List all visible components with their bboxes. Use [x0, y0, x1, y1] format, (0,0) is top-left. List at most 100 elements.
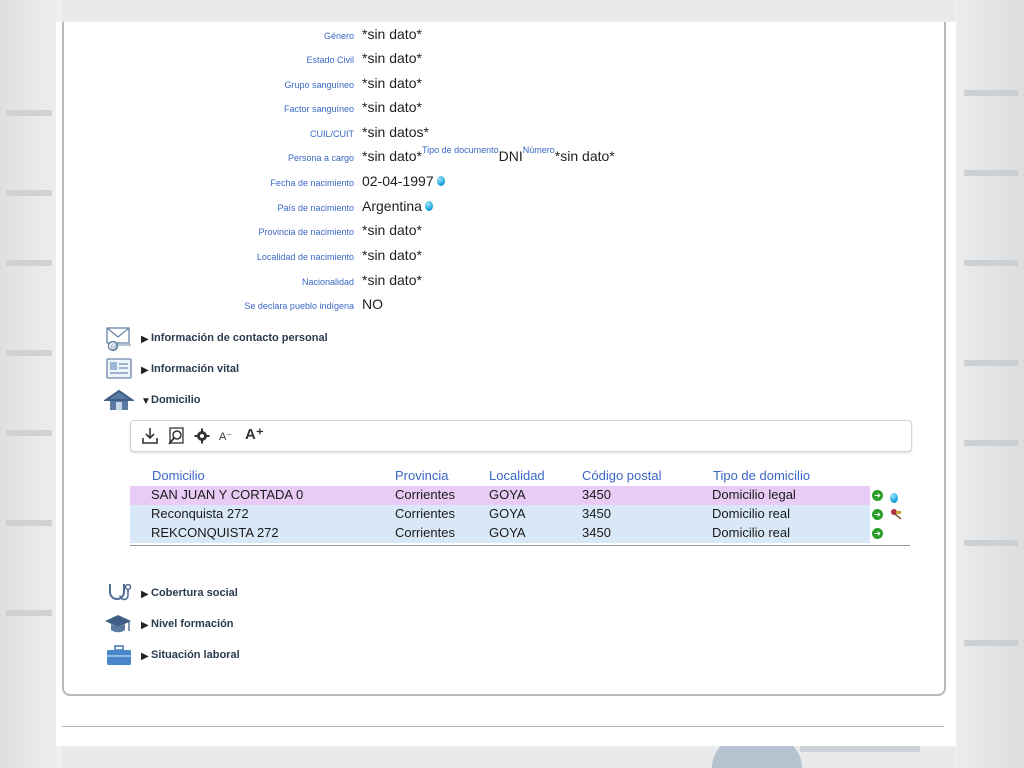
footer-divider — [62, 726, 944, 727]
cell-codigo-postal: 3450 — [582, 506, 611, 521]
table-row[interactable]: REKCONQUISTA 272 Corrientes GOYA 3450 Do… — [130, 524, 910, 543]
row-actions: ➜ — [870, 524, 910, 543]
gear-icon[interactable] — [193, 426, 211, 446]
tipo-documento-value: DNI — [498, 148, 523, 164]
row-actions: ➜ — [870, 505, 910, 524]
column-header[interactable]: Tipo de domicilio — [713, 468, 810, 483]
id-card-icon — [106, 358, 132, 379]
field-value: *sin dato* — [362, 222, 422, 238]
download-icon[interactable] — [141, 426, 159, 446]
numero-value: *sin dato* — [554, 148, 615, 164]
section-nivel-formacion[interactable]: ▶ Nivel formación — [104, 612, 604, 638]
field-label: Provincia de nacimiento — [258, 227, 354, 237]
map-pin-icon[interactable] — [890, 508, 902, 520]
field-value: *sin dato* — [362, 272, 422, 288]
tipo-documento-label: Tipo de documento — [421, 145, 499, 155]
field-label: Fecha de nacimiento — [270, 178, 354, 188]
expand-arrow-icon[interactable]: ▶ — [141, 589, 149, 600]
column-header[interactable]: Código postal — [582, 468, 662, 483]
field-value: *sin datos* — [362, 124, 429, 140]
section-title[interactable]: Domicilio — [151, 394, 201, 406]
cell-tipo-domicilio: Domicilio real — [712, 525, 791, 540]
section-title[interactable]: Cobertura social — [151, 587, 238, 599]
font-smaller-button[interactable]: A⁻ — [219, 430, 232, 450]
section-title[interactable]: Información de contacto personal — [151, 332, 328, 344]
field-label: CUIL/CUIT — [309, 129, 354, 139]
field-label: Localidad de nacimiento — [256, 252, 354, 262]
background-right — [954, 0, 1024, 768]
info-icon[interactable] — [436, 176, 445, 187]
font-larger-button[interactable]: A⁺ — [245, 425, 264, 445]
collapse-arrow-icon[interactable]: ▼ — [141, 396, 151, 407]
section-situacion-laboral[interactable]: ▶ Situación laboral — [104, 643, 604, 669]
table-toolbar: A⁻ A⁺ — [130, 420, 912, 452]
section-informacion-vital[interactable]: ▶ Información vital — [104, 357, 604, 383]
column-header[interactable]: Provincia — [395, 468, 448, 483]
field-label: País de nacimiento — [277, 203, 354, 213]
table-row[interactable]: SAN JUAN Y CORTADA 0 Corrientes GOYA 345… — [130, 486, 910, 505]
cell-localidad: GOYA — [489, 506, 526, 521]
svg-text:@: @ — [111, 343, 118, 351]
go-arrow-icon[interactable]: ➜ — [872, 528, 883, 539]
field-grupo-sanguineo: Grupo sanguíneo *sin dato* — [64, 75, 944, 95]
persona-a-cargo-value: *sin dato* — [362, 148, 422, 164]
expand-arrow-icon[interactable]: ▶ — [141, 334, 149, 345]
field-label: Género — [323, 31, 354, 41]
cell-localidad: GOYA — [489, 525, 526, 540]
column-header[interactable]: Localidad — [489, 468, 545, 483]
fecha-nacimiento-value: 02-04-1997 — [362, 173, 434, 189]
field-value: *sin dato* — [362, 26, 422, 42]
search-icon[interactable] — [167, 426, 185, 446]
field-value: NO — [362, 296, 383, 312]
go-arrow-icon[interactable]: ➜ — [872, 490, 883, 501]
section-cobertura-social[interactable]: ▶ Cobertura social — [104, 581, 604, 607]
field-value: Argentina — [362, 198, 433, 214]
section-title[interactable]: Información vital — [151, 363, 239, 375]
table-header: Domicilio Provincia Localidad Código pos… — [130, 466, 910, 486]
expand-arrow-icon[interactable]: ▶ — [141, 620, 149, 631]
section-contacto-personal[interactable]: @ ▶ Información de contacto personal — [104, 326, 604, 352]
section-domicilio[interactable]: ▼ Domicilio — [104, 388, 604, 414]
field-localidad-nacimiento: Localidad de nacimiento *sin dato* — [64, 247, 944, 267]
column-header[interactable]: Domicilio — [152, 468, 205, 483]
field-fecha-nacimiento: Fecha de nacimiento 02-04-1997 — [64, 173, 944, 193]
cell-codigo-postal: 3450 — [582, 487, 611, 502]
field-cuil-cuit: CUIL/CUIT *sin datos* — [64, 124, 944, 144]
cell-provincia: Corrientes — [395, 525, 455, 540]
field-value: *sin dato* — [362, 247, 422, 263]
field-label: Persona a cargo — [287, 153, 354, 163]
field-value: 02-04-1997 — [362, 173, 445, 189]
house-icon — [104, 389, 134, 410]
cell-provincia: Corrientes — [395, 487, 455, 502]
personal-data-panel: Género *sin dato* Estado Civil *sin dato… — [62, 22, 946, 696]
go-arrow-icon[interactable]: ➜ — [872, 509, 883, 520]
field-value: *sin dato* — [362, 50, 422, 66]
cell-domicilio: SAN JUAN Y CORTADA 0 — [151, 487, 304, 502]
table-row[interactable]: Reconquista 272 Corrientes GOYA 3450 Dom… — [130, 505, 910, 524]
briefcase-icon — [107, 645, 131, 665]
field-value: *sin dato* — [362, 99, 422, 115]
cell-domicilio: Reconquista 272 — [151, 506, 249, 521]
row-actions: ➜ — [870, 486, 910, 505]
field-label: Se declara pueblo indígena — [244, 301, 354, 311]
field-label: Grupo sanguíneo — [284, 80, 354, 90]
cell-localidad: GOYA — [489, 487, 526, 502]
graduation-cap-icon — [105, 615, 131, 633]
info-icon[interactable] — [424, 201, 433, 212]
app-window: Género *sin dato* Estado Civil *sin dato… — [56, 22, 956, 746]
expand-arrow-icon[interactable]: ▶ — [141, 365, 149, 376]
field-factor-sanguineo: Factor sanguíneo *sin dato* — [64, 99, 944, 119]
section-title[interactable]: Nivel formación — [151, 618, 234, 630]
background-left — [0, 0, 62, 768]
pais-nacimiento-value: Argentina — [362, 198, 422, 214]
field-label: Factor sanguíneo — [283, 104, 354, 114]
section-title[interactable]: Situación laboral — [151, 649, 240, 661]
expand-arrow-icon[interactable]: ▶ — [141, 651, 149, 662]
field-provincia-nacimiento: Provincia de nacimiento *sin dato* — [64, 222, 944, 242]
field-value: *sin dato*Tipo de documentoDNINúmero*sin… — [362, 145, 615, 164]
cell-tipo-domicilio: Domicilio real — [712, 506, 791, 521]
field-pais-nacimiento: País de nacimiento Argentina — [64, 198, 944, 218]
info-icon[interactable] — [890, 489, 902, 503]
numero-label: Número — [522, 145, 555, 155]
cell-codigo-postal: 3450 — [582, 525, 611, 540]
